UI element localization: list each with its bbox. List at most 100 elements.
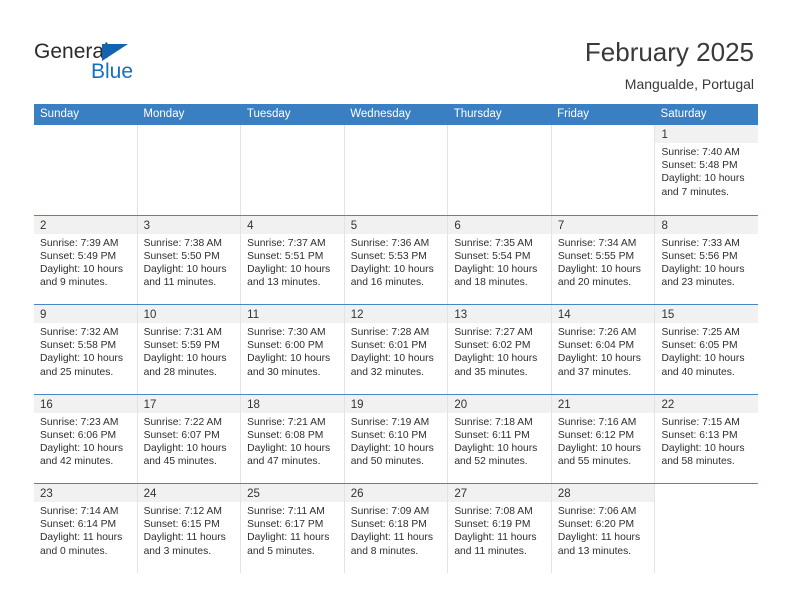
day-number: 13 <box>454 309 468 321</box>
day-number-band: 5 <box>344 215 448 234</box>
day-number: 23 <box>40 488 53 500</box>
day-cell[interactable]: 21 Sunrise: 7:16 AM Sunset: 6:12 PM Dayl… <box>550 394 655 483</box>
day-cell[interactable]: 12 Sunrise: 7:28 AM Sunset: 6:01 PM Dayl… <box>343 305 448 394</box>
day-cell[interactable]: 19 Sunrise: 7:19 AM Sunset: 6:10 PM Dayl… <box>343 394 448 483</box>
day-number: 10 <box>143 309 157 321</box>
week-row: 1 Sunrise: 7:40 AM Sunset: 5:48 PM Dayli… <box>34 125 759 215</box>
daylight-text-line2: and 28 minutes. <box>143 366 217 378</box>
day-sun-info: Sunrise: 7:31 AM Sunset: 5:59 PM Dayligh… <box>138 323 241 379</box>
day-cell[interactable]: 7 Sunrise: 7:34 AM Sunset: 5:55 PM Dayli… <box>550 215 655 304</box>
sunset-text: Sunset: 5:53 PM <box>350 250 427 262</box>
day-cell[interactable]: 8 Sunrise: 7:33 AM Sunset: 5:56 PM Dayli… <box>654 215 759 304</box>
daylight-text-line1: Daylight: 10 hours <box>557 353 641 365</box>
day-number-band: 27 <box>448 484 551 502</box>
day-cell[interactable] <box>447 125 551 215</box>
day-cell[interactable]: 4 Sunrise: 7:37 AM Sunset: 5:51 PM Dayli… <box>240 215 344 304</box>
day-cell[interactable] <box>550 125 655 215</box>
day-number-band: 20 <box>448 394 551 413</box>
day-cell[interactable]: 16 Sunrise: 7:23 AM Sunset: 6:06 PM Dayl… <box>34 394 137 483</box>
daylight-text-line1: Daylight: 10 hours <box>350 442 434 454</box>
day-cell[interactable]: 13 Sunrise: 7:27 AM Sunset: 6:02 PM Dayl… <box>447 305 551 394</box>
day-number-band: 4 <box>241 215 344 234</box>
sunrise-text: Sunrise: 7:33 AM <box>661 237 740 249</box>
daylight-text-line2: and 45 minutes. <box>143 456 217 468</box>
calendar-page: General Blue February 2025 Mangualde, Po… <box>0 0 792 612</box>
daylight-text-line1: Daylight: 11 hours <box>557 532 641 544</box>
sunset-text: Sunset: 6:10 PM <box>350 429 427 441</box>
day-cell[interactable]: 27 Sunrise: 7:08 AM Sunset: 6:19 PM Dayl… <box>447 484 551 573</box>
day-number-band: 18 <box>241 394 344 413</box>
day-cell[interactable]: 6 Sunrise: 7:35 AM Sunset: 5:54 PM Dayli… <box>447 215 551 304</box>
sunset-text: Sunset: 6:14 PM <box>40 519 117 531</box>
daylight-text-line2: and 0 minutes. <box>40 545 108 557</box>
day-cell[interactable]: 10 Sunrise: 7:31 AM Sunset: 5:59 PM Dayl… <box>136 305 241 394</box>
day-cell[interactable] <box>240 125 344 215</box>
day-cell[interactable]: 17 Sunrise: 7:22 AM Sunset: 6:07 PM Dayl… <box>136 394 241 483</box>
day-number-band: 2 <box>34 215 137 234</box>
day-number-band: 19 <box>344 394 448 413</box>
day-sun-info: Sunrise: 7:09 AM Sunset: 6:18 PM Dayligh… <box>345 502 448 558</box>
day-cell[interactable] <box>34 125 137 215</box>
day-sun-info: Sunrise: 7:32 AM Sunset: 5:58 PM Dayligh… <box>34 323 137 379</box>
day-cell[interactable]: 15 Sunrise: 7:25 AM Sunset: 6:05 PM Dayl… <box>654 305 759 394</box>
daylight-text-line2: and 30 minutes. <box>247 366 321 378</box>
sunrise-text: Sunrise: 7:14 AM <box>40 506 119 517</box>
daylight-text-line2: and 20 minutes. <box>557 277 632 289</box>
daylight-text-line2: and 5 minutes. <box>247 545 315 557</box>
sunset-text: Sunset: 6:08 PM <box>247 429 324 441</box>
week-row: 23 Sunrise: 7:14 AM Sunset: 6:14 PM Dayl… <box>34 483 759 573</box>
daylight-text-line1: Daylight: 10 hours <box>143 442 227 454</box>
day-number-band: 12 <box>344 305 448 323</box>
day-cell[interactable]: 22 Sunrise: 7:15 AM Sunset: 6:13 PM Dayl… <box>654 394 759 483</box>
day-number-band: 25 <box>241 484 344 502</box>
daylight-text-line2: and 23 minutes. <box>661 277 735 289</box>
day-cell[interactable]: 1 Sunrise: 7:40 AM Sunset: 5:48 PM Dayli… <box>654 125 759 215</box>
day-number: 22 <box>661 398 675 411</box>
day-cell[interactable]: 26 Sunrise: 7:09 AM Sunset: 6:18 PM Dayl… <box>343 484 448 573</box>
daylight-text-line2: and 32 minutes. <box>350 366 425 378</box>
weekday-header-friday: Friday <box>557 108 590 120</box>
day-cell[interactable] <box>654 484 759 573</box>
general-blue-logo[interactable]: General Blue <box>34 40 214 88</box>
daylight-text-line2: and 3 minutes. <box>143 545 212 557</box>
day-cell[interactable] <box>343 125 448 215</box>
daylight-text-line1: Daylight: 11 hours <box>350 532 433 544</box>
daylight-text-line1: Daylight: 11 hours <box>40 532 123 544</box>
day-number-band: 16 <box>34 394 137 413</box>
day-number: 15 <box>661 309 675 321</box>
day-number: 28 <box>557 488 571 500</box>
sunrise-text: Sunrise: 7:23 AM <box>40 416 119 428</box>
day-cell[interactable]: 14 Sunrise: 7:26 AM Sunset: 6:04 PM Dayl… <box>550 305 655 394</box>
day-cell[interactable]: 11 Sunrise: 7:30 AM Sunset: 6:00 PM Dayl… <box>240 305 344 394</box>
sunrise-text: Sunrise: 7:18 AM <box>454 416 533 428</box>
day-number: 17 <box>143 398 157 411</box>
daylight-text-line1: Daylight: 10 hours <box>143 353 227 365</box>
day-number: 27 <box>454 488 468 500</box>
sunrise-text: Sunrise: 7:12 AM <box>143 506 222 517</box>
day-cell[interactable]: 3 Sunrise: 7:38 AM Sunset: 5:50 PM Dayli… <box>136 215 241 304</box>
daylight-text-line2: and 50 minutes. <box>350 456 425 468</box>
sunset-text: Sunset: 5:48 PM <box>661 160 738 172</box>
day-cell[interactable]: 23 Sunrise: 7:14 AM Sunset: 6:14 PM Dayl… <box>34 484 137 573</box>
day-cell[interactable]: 25 Sunrise: 7:11 AM Sunset: 6:17 PM Dayl… <box>240 484 344 573</box>
day-number-band <box>448 125 551 143</box>
page-title: February 2025 <box>584 37 754 67</box>
daylight-text-line2: and 55 minutes. <box>557 456 632 468</box>
daylight-text-line1: Daylight: 10 hours <box>247 353 331 365</box>
weekday-header-tuesday: Tuesday <box>246 108 291 120</box>
sunset-text: Sunset: 6:11 PM <box>454 429 530 441</box>
day-number: 3 <box>143 219 150 232</box>
sunset-text: Sunset: 6:06 PM <box>40 429 117 441</box>
day-cell[interactable]: 18 Sunrise: 7:21 AM Sunset: 6:08 PM Dayl… <box>240 394 344 483</box>
day-cell[interactable]: 28 Sunrise: 7:06 AM Sunset: 6:20 PM Dayl… <box>550 484 655 573</box>
sunrise-text: Sunrise: 7:08 AM <box>454 506 533 517</box>
day-cell[interactable]: 2 Sunrise: 7:39 AM Sunset: 5:49 PM Dayli… <box>34 215 137 304</box>
day-cell[interactable]: 20 Sunrise: 7:18 AM Sunset: 6:11 PM Dayl… <box>447 394 551 483</box>
day-cell[interactable]: 24 Sunrise: 7:12 AM Sunset: 6:15 PM Dayl… <box>136 484 241 573</box>
day-number: 14 <box>557 309 571 321</box>
day-cell[interactable]: 5 Sunrise: 7:36 AM Sunset: 5:53 PM Dayli… <box>343 215 448 304</box>
calendar-grid: Sunday Monday Tuesday Wednesday Thursday… <box>34 104 759 573</box>
day-number-band <box>655 484 758 502</box>
day-cell[interactable]: 9 Sunrise: 7:32 AM Sunset: 5:58 PM Dayli… <box>34 305 137 394</box>
day-cell[interactable] <box>136 125 241 215</box>
